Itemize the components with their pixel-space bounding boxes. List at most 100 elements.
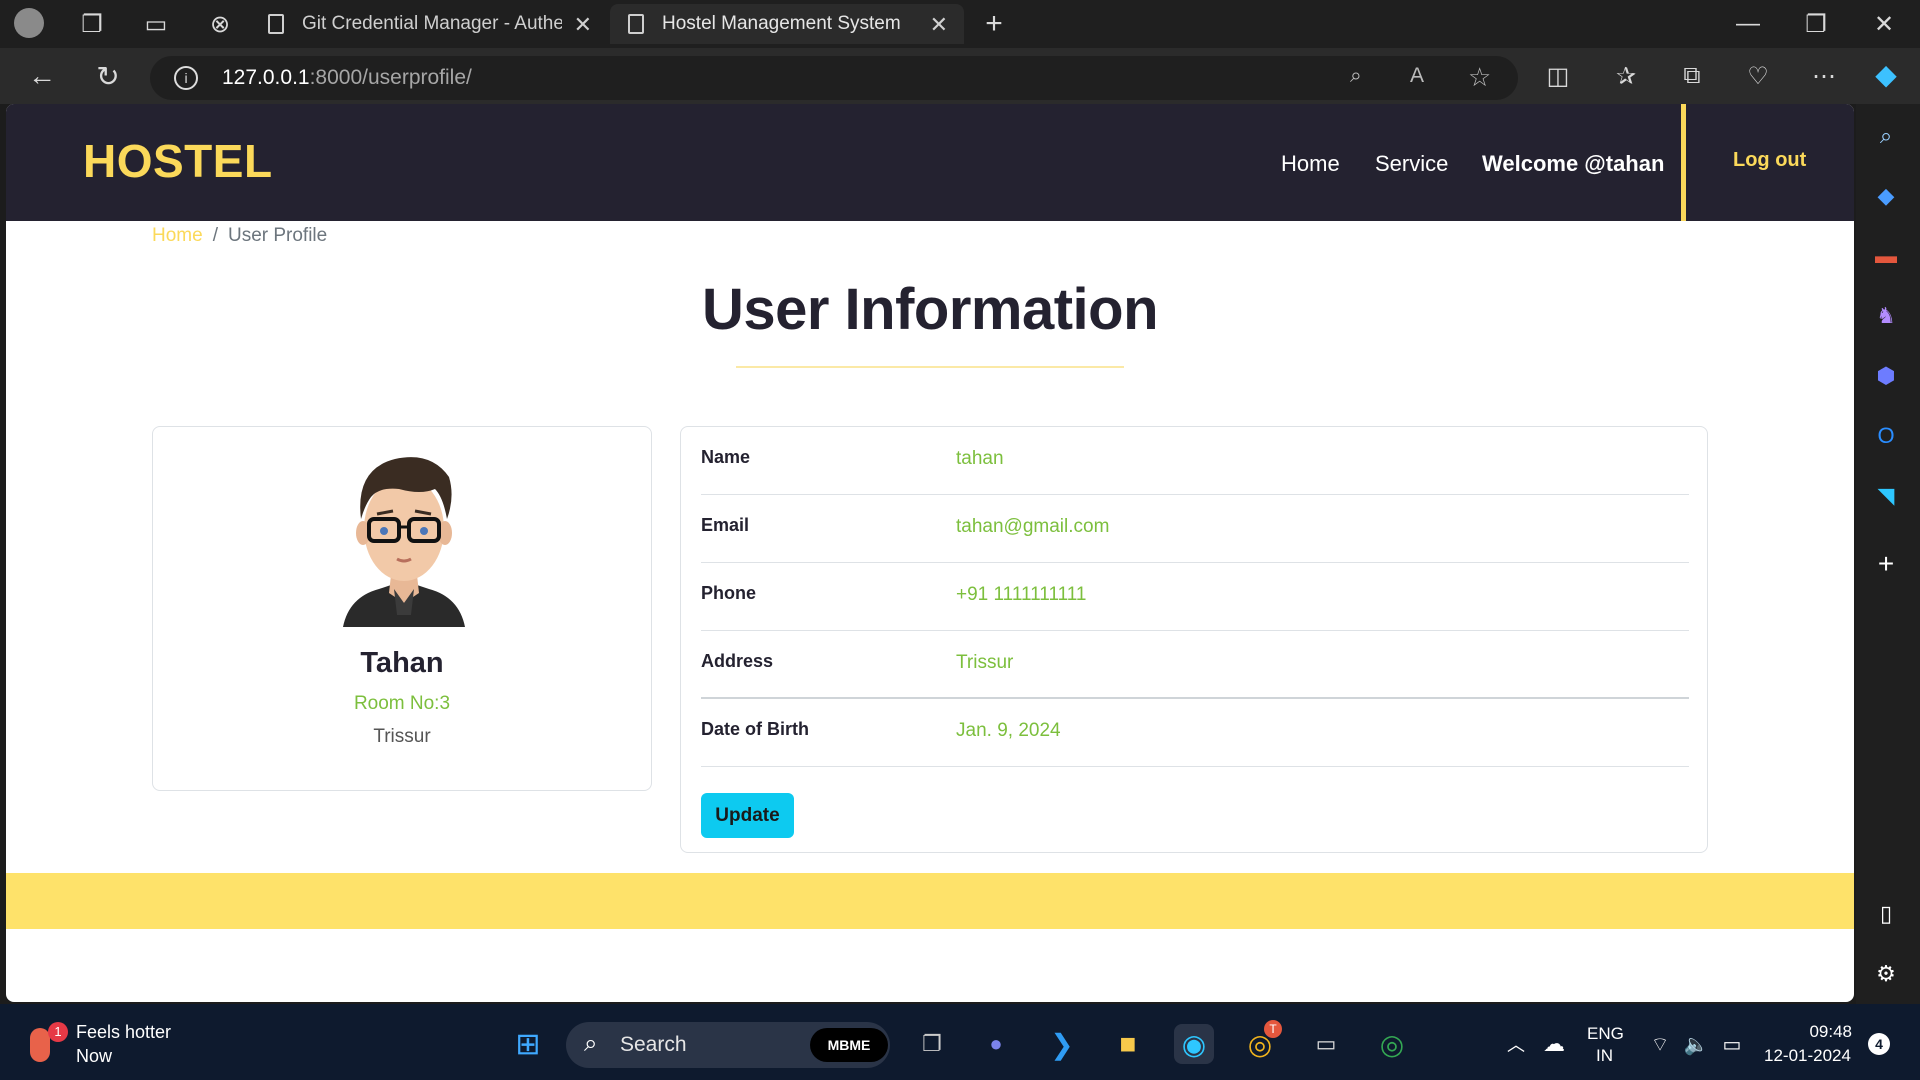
breadcrumb-home[interactable]: Home [152,225,203,246]
page-viewport: HOSTEL Home Service Welcome @tahan Log o… [6,104,1854,1002]
search-icon: ⌕ [584,1030,598,1057]
clock-time[interactable]: 09:48 [1792,1022,1852,1042]
back-icon[interactable]: ← [22,56,62,96]
drop-icon[interactable]: ◥ [1868,478,1904,514]
info-label: Name [701,447,751,467]
weather-title[interactable]: Feels hotter [76,1022,171,1043]
collections-icon[interactable]: ⧉ [1672,56,1712,96]
browser-tab-bar: ❐ ▭ ⊗ Git Credential Manager - Authen ✕ … [0,0,1920,48]
read-aloud-icon[interactable]: A [1410,64,1424,88]
vscode-icon[interactable]: ❯ [1042,1024,1082,1064]
address-bar[interactable]: i 127.0.0.1:8000/userprofile/ ⌕ A ☆ [150,56,1518,100]
page-icon [628,14,644,34]
tab-discarded-icon[interactable]: ⊗ [200,4,240,44]
onedrive-icon[interactable]: ☁ [1534,1024,1574,1064]
site-info-icon[interactable]: i [174,66,198,90]
volume-icon[interactable]: 🔈 [1676,1024,1716,1064]
more-options-icon[interactable]: ⋯ [1804,56,1844,96]
shopping-tag-icon[interactable]: ◆ [1868,178,1904,214]
language-indicator[interactable]: ENG [1587,1024,1624,1044]
chrome-alt-icon[interactable]: ◎ [1372,1024,1412,1064]
tab-label: Git Credential Manager - Authen [302,13,562,34]
close-window-icon[interactable]: ✕ [1864,4,1904,44]
logout-link[interactable]: Log out [1733,149,1806,172]
title-underline [736,366,1124,368]
search-icon[interactable]: ⌕ [1868,118,1904,154]
site-navbar: HOSTEL Home Service Welcome @tahan Log o… [6,104,1854,221]
chrome-badge: T [1264,1020,1282,1038]
site-brand[interactable]: HOSTEL [83,134,273,188]
info-value: Trissur [956,652,1014,673]
add-sidebar-app-icon[interactable]: + [1868,546,1904,582]
hide-sidebar-icon[interactable]: ▯ [1868,896,1904,932]
info-label: Address [701,651,774,671]
browser-toolbar: ← ↻ i 127.0.0.1:8000/userprofile/ ⌕ A ☆ … [0,48,1920,104]
browser-essentials-icon[interactable]: ♡ [1738,56,1778,96]
copilot-icon[interactable]: ◆ [1866,54,1906,94]
info-row-phone: Phone +91 1111111111 [701,563,1689,631]
url-path: :8000/userprofile/ [309,66,472,89]
outlook-icon[interactable]: O [1868,418,1904,454]
favorites-icon[interactable]: ✰ [1606,56,1646,96]
tab-label: Hostel Management System [662,13,901,34]
nav-welcome-user[interactable]: Welcome @tahan [1482,151,1664,177]
sidebar-settings-icon[interactable]: ⚙ [1868,956,1904,992]
notification-count[interactable]: 4 [1868,1033,1890,1055]
tools-icon[interactable]: ▬ [1868,238,1904,274]
tab-git-credential-manager[interactable]: Git Credential Manager - Authen ✕ [256,4,608,44]
weather-subtitle: Now [76,1046,113,1066]
battery-icon[interactable]: ▭ [1712,1024,1752,1064]
weather-icon[interactable] [30,1028,50,1062]
terminal-icon[interactable]: ▭ [1306,1024,1346,1064]
teams-icon[interactable]: ● [976,1024,1016,1064]
wifi-icon[interactable]: ⌔ [1640,1024,1680,1064]
show-hidden-icons-icon[interactable]: ︿ [1496,1024,1536,1064]
new-tab-icon[interactable]: + [974,4,1014,44]
copilot-app-icon[interactable]: ⬢ [1868,358,1904,394]
minimize-icon[interactable]: — [1728,4,1768,44]
nav-link-home[interactable]: Home [1281,151,1340,177]
profile-city: Trissur [373,726,431,747]
info-row-address: Address Trissur [701,631,1689,699]
profile-room: Room No:3 [353,693,451,714]
info-label: Phone [701,583,757,603]
edge-icon[interactable]: ◉ [1174,1024,1214,1064]
profile-avatar-icon[interactable] [14,8,44,38]
breadcrumb-current: User Profile [227,225,328,246]
profile-name: Tahan [360,647,444,679]
refresh-icon[interactable]: ↻ [88,56,128,96]
task-view-icon[interactable]: ❐ [912,1024,952,1064]
restore-icon[interactable]: ❐ [1796,4,1836,44]
footer-band [6,873,1854,929]
weather-badge: 1 [48,1022,68,1042]
info-value: Jan. 9, 2024 [956,720,1061,741]
info-label: Date of Birth [701,719,809,739]
user-info-card: Name tahan Email tahan@gmail.com Phone +… [680,426,1708,853]
info-row-dob: Date of Birth Jan. 9, 2024 [701,699,1689,767]
favorite-star-icon[interactable]: ☆ [1468,62,1491,93]
update-button[interactable]: Update [701,793,794,838]
windows-taskbar [0,1004,1920,1080]
split-screen-icon[interactable]: ◫ [1538,56,1578,96]
close-tab-icon[interactable]: ✕ [930,12,948,38]
clock-date[interactable]: 12-01-2024 [1764,1046,1851,1066]
workspaces-icon[interactable]: ❐ [72,4,112,44]
close-tab-icon[interactable]: ✕ [574,12,592,38]
zoom-icon[interactable]: ⌕ [1350,64,1362,88]
page-title: User Information [701,277,1159,342]
nav-link-service[interactable]: Service [1375,151,1448,177]
profile-card: Tahan Room No:3 Trissur [152,426,652,791]
taskbar-search[interactable]: ⌕ Search MBME [566,1022,890,1068]
tab-actions-icon[interactable]: ▭ [136,4,176,44]
tab-hostel-management[interactable]: Hostel Management System ✕ [610,4,964,44]
user-avatar [343,457,465,627]
page-icon [268,14,284,34]
file-explorer-icon[interactable]: ■ [1108,1024,1148,1064]
info-label: Email [701,515,750,535]
windows-start-icon[interactable]: ⊞ [508,1024,548,1064]
info-value: tahan [956,448,1004,469]
url-host: 127.0.0.1 [222,66,310,89]
games-icon[interactable]: ♞ [1868,298,1904,334]
info-row-name: Name tahan [701,427,1689,495]
info-value: +91 1111111111 [956,584,1087,605]
